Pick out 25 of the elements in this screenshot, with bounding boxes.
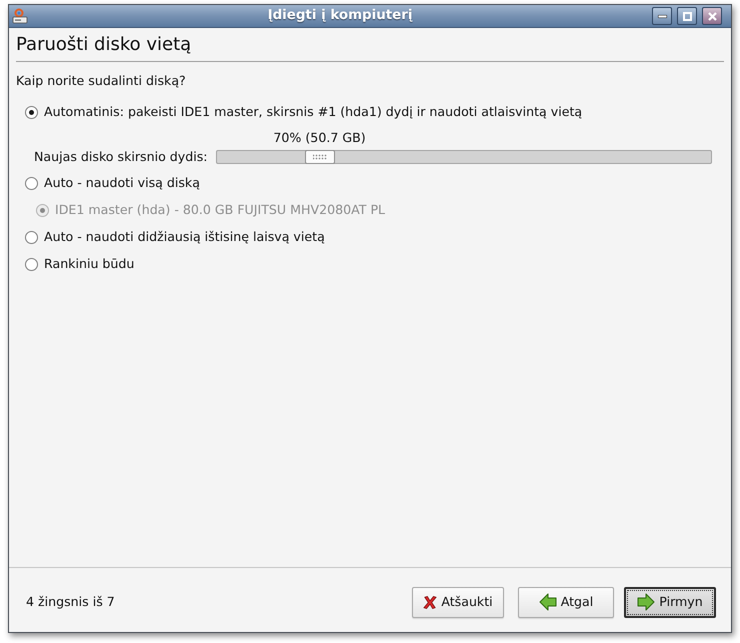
minimize-button[interactable] xyxy=(652,7,672,25)
cancel-icon xyxy=(423,594,438,610)
step-counter: 4 žingsnis iš 7 xyxy=(26,592,115,611)
cancel-button[interactable]: Atšaukti xyxy=(412,586,504,618)
radio-option[interactable]: Automatinis: pakeisti IDE1 master, skirsnis #1 (hda1) dydį ir naudoti atlaisvintą vietą xyxy=(25,104,582,120)
radio-option[interactable]: Auto - naudoti visą diską xyxy=(25,175,200,191)
window-title: Įdiegti į kompiuterį xyxy=(266,7,414,25)
maximize-icon xyxy=(682,12,692,20)
slider-thumb[interactable] xyxy=(305,150,336,164)
slider-reading: 70% (50.7 GB) xyxy=(273,130,366,146)
close-icon xyxy=(708,12,716,20)
drive-icon xyxy=(12,8,28,24)
forward-button[interactable]: Pirmyn xyxy=(624,586,716,618)
arrow-left-icon xyxy=(538,593,557,611)
slider-label: Naujas disko skirsnio dydis: xyxy=(34,149,209,165)
arrow-right-icon xyxy=(637,593,656,611)
radio-option[interactable]: Auto - naudoti didžiausią ištisinę laisvą vietą xyxy=(25,229,325,245)
minimize-icon xyxy=(658,14,666,18)
maximize-button[interactable] xyxy=(677,7,697,25)
back-button[interactable]: Atgal xyxy=(518,586,614,618)
slider-track[interactable] xyxy=(216,150,712,164)
radio-option[interactable]: Rankiniu būdu xyxy=(25,256,134,272)
close-button[interactable] xyxy=(702,7,722,25)
page-title: Paruošti disko vietą xyxy=(16,34,192,56)
question-text: Kaip norite sudalinti diską? xyxy=(16,73,186,89)
